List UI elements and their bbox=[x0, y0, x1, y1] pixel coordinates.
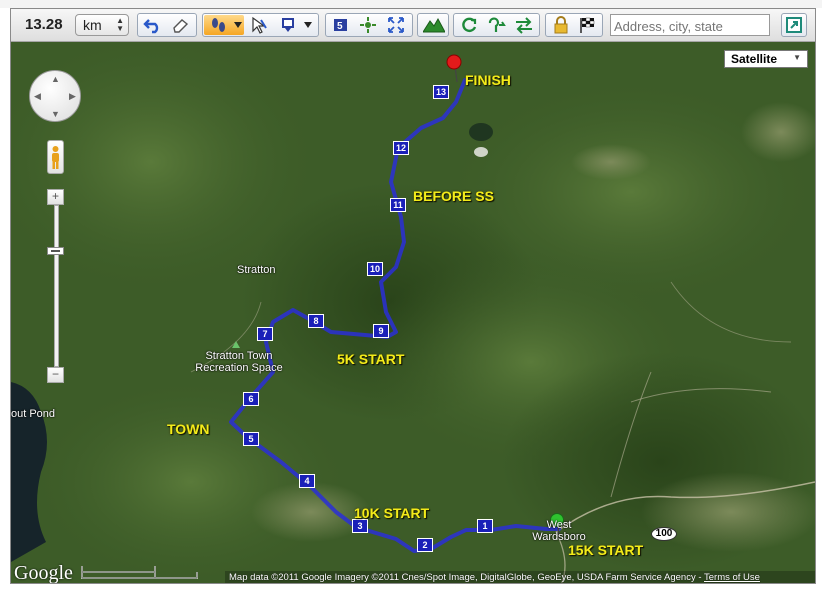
pan-down-icon[interactable]: ▼ bbox=[51, 109, 60, 119]
terms-link[interactable]: Terms of Use bbox=[704, 572, 760, 583]
center-icon[interactable] bbox=[358, 16, 378, 34]
km-marker-12: 12 bbox=[393, 141, 409, 155]
chevron-down-icon: ▼ bbox=[793, 53, 801, 62]
pan-control[interactable]: ▲ ▼ ◀ ▶ bbox=[29, 70, 81, 122]
pan-up-icon[interactable]: ▲ bbox=[51, 74, 60, 84]
km-marker-5: 5 bbox=[243, 432, 259, 446]
before-ss-label: BEFORE SS bbox=[413, 188, 494, 204]
browser-top-strip bbox=[0, 0, 822, 8]
km-marker-7: 7 bbox=[257, 327, 273, 341]
route-distance: 13.28 bbox=[25, 16, 63, 33]
fullscreen-icon[interactable] bbox=[386, 16, 406, 34]
map-type-value: Satellite bbox=[731, 52, 778, 66]
lock-icon[interactable] bbox=[552, 16, 570, 34]
place-west-wardsboro: West Wardsboro bbox=[529, 519, 589, 543]
place-pond: out Pond bbox=[11, 408, 56, 420]
five-k-start-label: 5K START bbox=[337, 351, 405, 367]
km-marker-10: 10 bbox=[367, 262, 383, 276]
zoom-out-button[interactable]: − bbox=[47, 367, 64, 383]
loop-icon[interactable] bbox=[459, 16, 479, 34]
pegman-icon bbox=[52, 146, 59, 169]
go-button[interactable] bbox=[781, 13, 807, 37]
pan-right-icon[interactable]: ▶ bbox=[69, 91, 76, 102]
place-recreation-line1: Stratton Town bbox=[205, 350, 273, 362]
place-recreation-space: Stratton Town Recreation Space bbox=[194, 350, 284, 374]
checkered-flag-icon[interactable] bbox=[578, 16, 598, 34]
zoom-slider-track[interactable] bbox=[54, 205, 59, 367]
km-marker-4: 4 bbox=[299, 474, 315, 488]
km-marker-3: 3 bbox=[352, 519, 368, 533]
map-application: 13.28 km ▲ ▼ 5 Address, city, state 1 2 … bbox=[10, 8, 816, 584]
mile-marker-icon[interactable]: 5 bbox=[331, 16, 351, 34]
unit-select[interactable]: km ▲ ▼ bbox=[75, 14, 129, 36]
attribution-text: Map data ©2011 Google Imagery ©2011 Cnes… bbox=[229, 572, 704, 583]
route-shield: 100 bbox=[651, 527, 677, 541]
zoom-slider-thumb[interactable] bbox=[47, 247, 64, 255]
scale-bar bbox=[81, 566, 198, 579]
edit-button-group bbox=[137, 13, 197, 37]
street-view-pegman[interactable] bbox=[47, 140, 64, 174]
km-marker-2: 2 bbox=[417, 538, 433, 552]
toolbar: 13.28 km ▲ ▼ 5 Address, city, state bbox=[11, 9, 815, 42]
select-arrows-icon: ▲ ▼ bbox=[116, 16, 124, 33]
pan-left-icon[interactable]: ◀ bbox=[34, 91, 41, 102]
search-input[interactable] bbox=[610, 14, 770, 36]
km-marker-13: 13 bbox=[433, 85, 449, 99]
place-stratton: Stratton bbox=[237, 264, 276, 276]
undo-icon[interactable] bbox=[143, 16, 163, 34]
google-logo: Google bbox=[14, 562, 73, 584]
map-view[interactable]: 1 2 3 4 5 6 7 8 9 10 11 12 13 FINISH BEF… bbox=[11, 42, 815, 584]
chevron-down-icon[interactable] bbox=[304, 22, 312, 28]
map-type-select[interactable]: Satellite ▼ bbox=[724, 50, 808, 68]
unit-value: km bbox=[83, 17, 102, 33]
eraser-icon[interactable] bbox=[171, 17, 191, 33]
chevron-down-icon[interactable] bbox=[234, 22, 242, 28]
satellite-imagery bbox=[11, 42, 815, 583]
draw-tools-group bbox=[202, 13, 319, 37]
km-marker-9: 9 bbox=[373, 324, 389, 338]
km-marker-6: 6 bbox=[243, 392, 259, 406]
reverse-icon[interactable] bbox=[514, 16, 534, 34]
elevation-button[interactable] bbox=[417, 13, 449, 37]
km-marker-8: 8 bbox=[308, 314, 324, 328]
view-tools-group: 5 bbox=[325, 13, 413, 37]
fifteen-k-start-label: 15K START bbox=[568, 542, 644, 558]
map-attribution: Map data ©2011 Google Imagery ©2011 Cnes… bbox=[225, 571, 815, 583]
out-and-back-icon[interactable] bbox=[487, 16, 507, 34]
finish-label: FINISH bbox=[465, 72, 511, 88]
route-tools-group bbox=[453, 13, 540, 37]
svg-text:5: 5 bbox=[337, 21, 343, 32]
footsteps-icon[interactable] bbox=[208, 16, 230, 34]
go-icon bbox=[786, 17, 802, 33]
zoom-in-button[interactable]: + bbox=[47, 189, 64, 205]
km-marker-1: 1 bbox=[477, 519, 493, 533]
town-label: TOWN bbox=[167, 421, 210, 437]
draw-cursor-icon[interactable] bbox=[249, 16, 269, 34]
place-recreation-line2: Recreation Space bbox=[195, 362, 283, 374]
options-group bbox=[545, 13, 603, 37]
km-marker-11: 11 bbox=[390, 198, 406, 212]
place-west-line1: West bbox=[546, 519, 572, 531]
marker-icon[interactable] bbox=[279, 16, 297, 34]
elevation-icon bbox=[423, 17, 445, 33]
place-west-line2: Wardsboro bbox=[532, 531, 586, 543]
ten-k-start-label: 10K START bbox=[354, 505, 430, 521]
